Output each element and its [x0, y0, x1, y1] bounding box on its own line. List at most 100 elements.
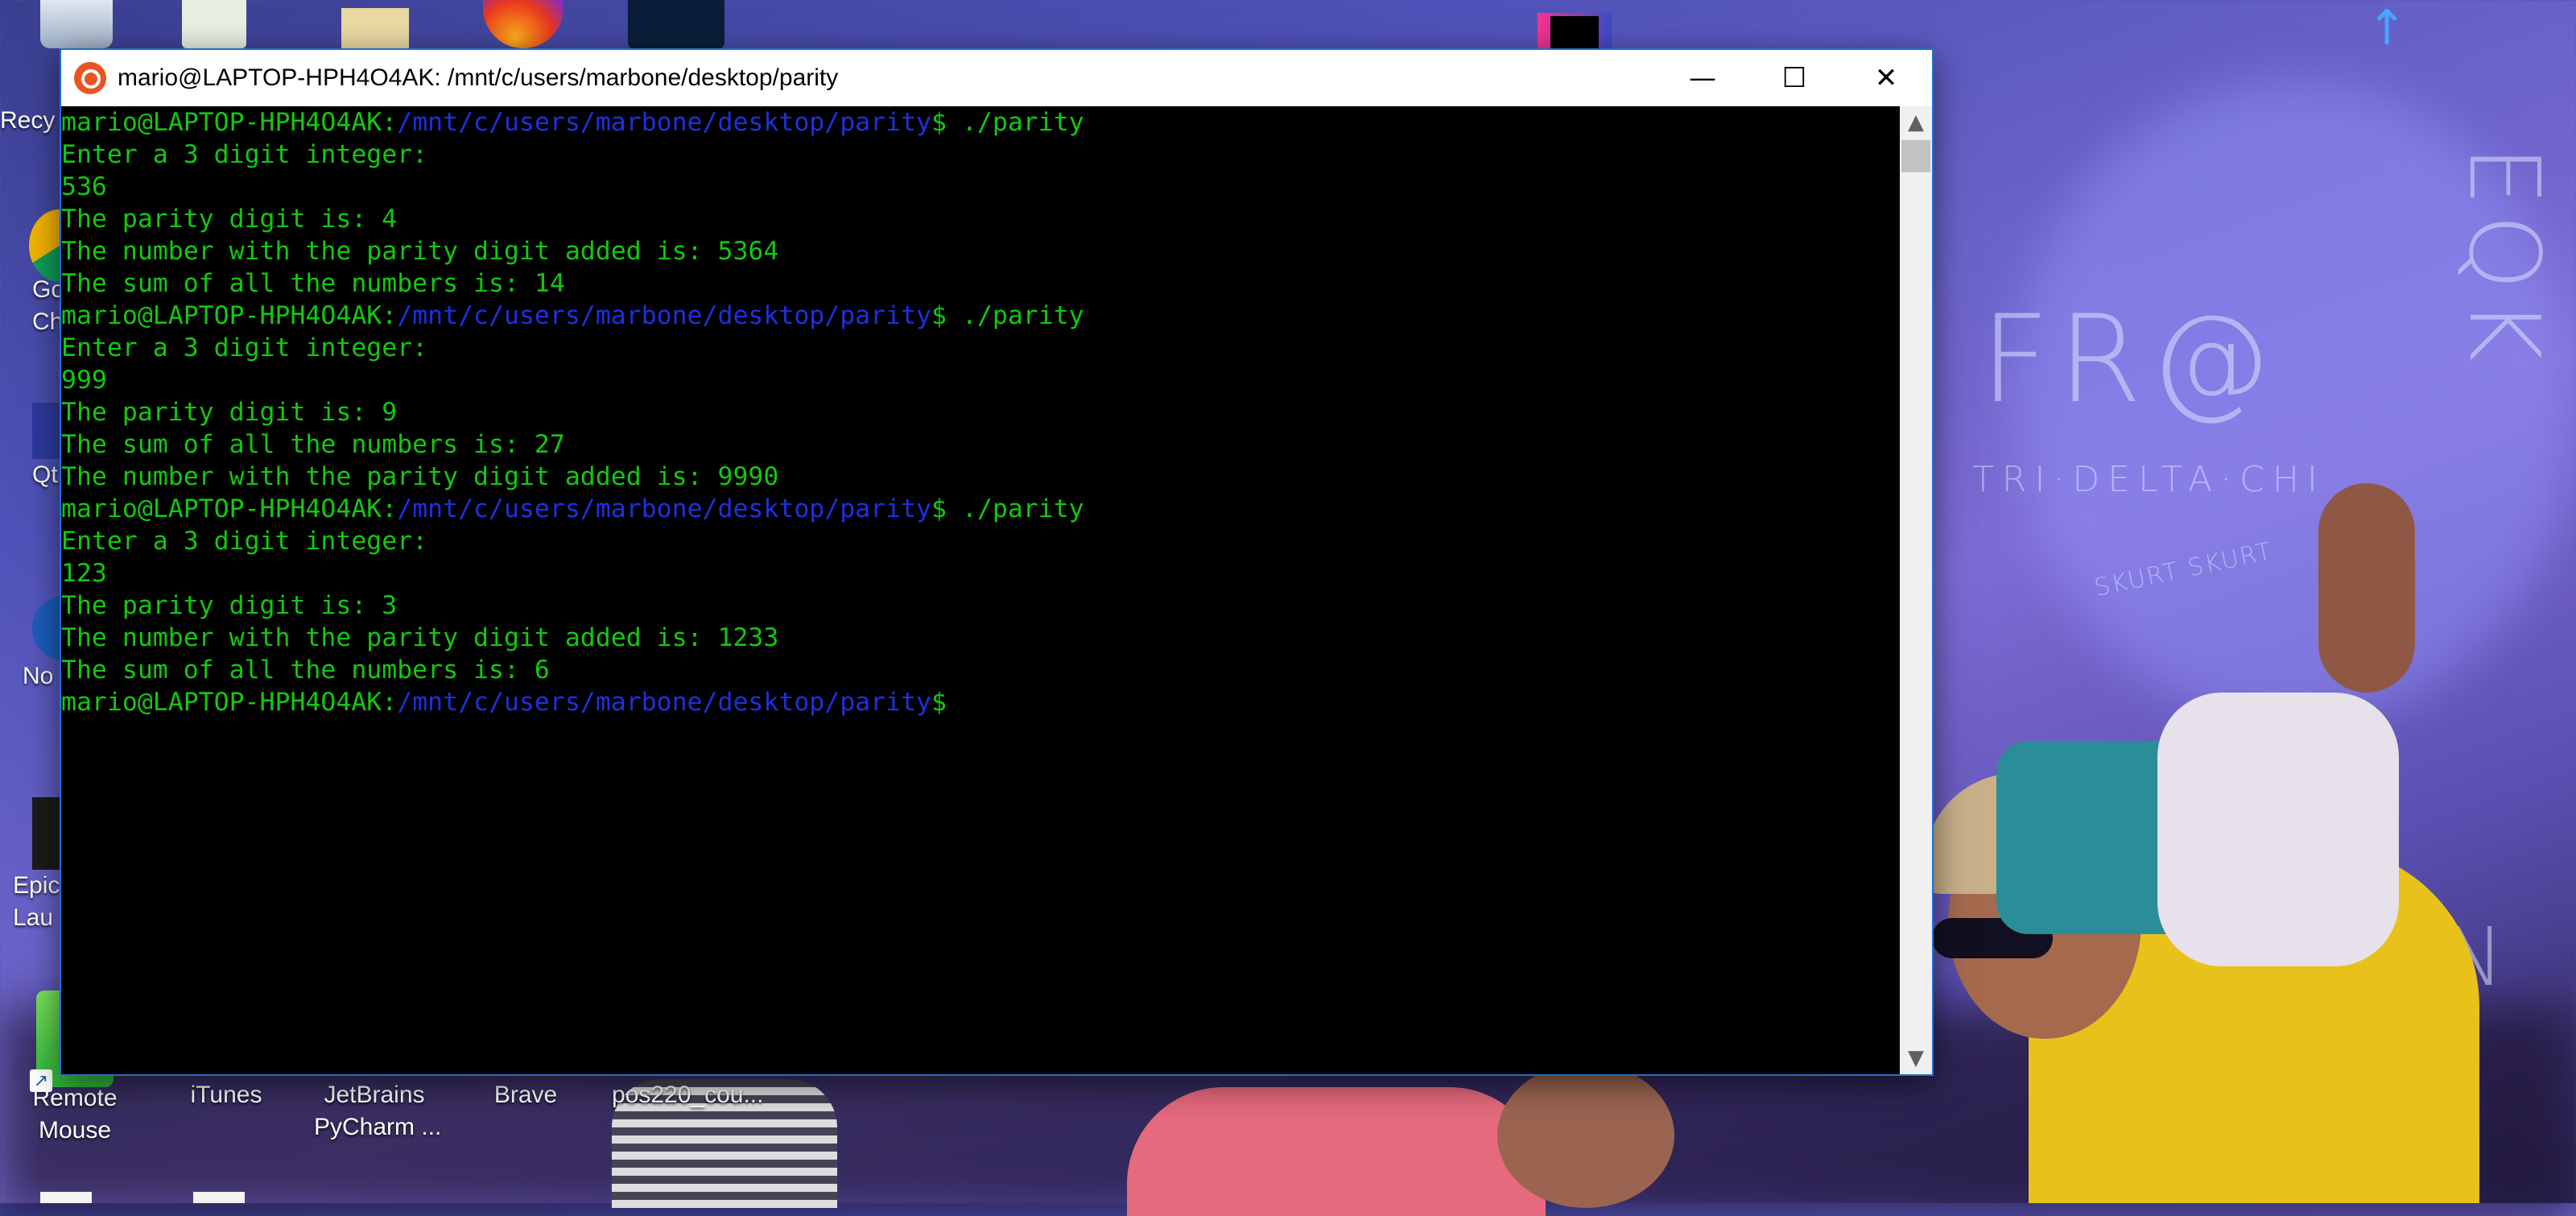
prompt-colon: :: [382, 108, 398, 137]
terminal-output-line: 536: [61, 171, 1900, 203]
desktop-icon-label: pos220_cou...: [612, 1082, 764, 1108]
prompt-colon: :: [382, 688, 398, 717]
output-text: Enter a 3 digit integer:: [61, 140, 428, 169]
terminal-prompt-line: mario@LAPTOP-HPH4O4AK:/mnt/c/users/marbo…: [61, 300, 1900, 332]
output-text: The number with the parity digit added i…: [61, 462, 779, 491]
output-text: Enter a 3 digit integer:: [61, 527, 428, 556]
prompt-command: $ ./parity: [931, 108, 1084, 137]
desktop-icon-label: Brave: [493, 1082, 558, 1108]
output-text: The parity digit is: 9: [61, 398, 398, 427]
terminal-output-line: 999: [61, 364, 1900, 396]
recycle-bin-icon[interactable]: [40, 0, 113, 48]
prompt-path: /mnt/c/users/marbone/desktop/parity: [397, 688, 931, 717]
desktop-icon-label: Epic Lau: [13, 872, 60, 931]
output-text: 123: [61, 559, 107, 588]
window-title: mario@LAPTOP-HPH4O4AK: /mnt/c/users/marb…: [118, 64, 839, 91]
shortcut-arrow-icon: ↗: [30, 1069, 52, 1092]
cursor-arrow-icon: ↑: [2367, 0, 2408, 56]
terminal-output-line: The parity digit is: 9: [61, 396, 1900, 428]
minimize-button[interactable]: —: [1657, 50, 1748, 106]
output-text: The parity digit is: 3: [61, 591, 398, 620]
terminal-output-line: Enter a 3 digit integer:: [61, 139, 1900, 171]
prompt-command: $: [931, 688, 947, 717]
person-white-jacket: [2157, 693, 2399, 966]
desktop-icon-qt[interactable]: Qt: [0, 403, 64, 491]
prompt-user: mario@LAPTOP-HPH4O4AK: [61, 108, 382, 137]
output-text: The number with the parity digit added i…: [61, 623, 779, 652]
terminal-prompt-line: mario@LAPTOP-HPH4O4AK:/mnt/c/users/marbo…: [61, 686, 1900, 718]
scrollbar[interactable]: ▲ ▼: [1900, 106, 1932, 1074]
wallpaper-text-fr: FR@: [1980, 290, 2279, 430]
terminal-output-line: The parity digit is: 4: [61, 203, 1900, 235]
terminal-output-line: The number with the parity digit added i…: [61, 235, 1900, 267]
desktop-icon-label: Qt: [32, 461, 58, 488]
terminal-output-line: The number with the parity digit added i…: [61, 622, 1900, 654]
terminal-output-line: The parity digit is: 3: [61, 589, 1900, 622]
desktop-icon-label: JetBrains PyCharm ...: [314, 1082, 442, 1140]
terminal-output-line: The number with the parity digit added i…: [61, 461, 1900, 493]
intellij-inner-icon: [1550, 16, 1599, 50]
norton-icon: [32, 596, 64, 660]
scrollbar-thumb[interactable]: [1901, 140, 1930, 172]
close-button[interactable]: ✕: [1840, 50, 1932, 106]
qt-icon: [32, 403, 64, 459]
app-dark-icon[interactable]: [628, 0, 724, 50]
prompt-colon: :: [382, 301, 398, 330]
person-pink-shirt: [1127, 1087, 1546, 1216]
desktop-icon-epic-games[interactable]: Epic Lau: [0, 797, 64, 934]
scroll-down-arrow-icon[interactable]: ▼: [1900, 1042, 1932, 1074]
prompt-command: $ ./parity: [931, 494, 1084, 523]
prompt-user: mario@LAPTOP-HPH4O4AK: [61, 301, 382, 330]
output-text: The number with the parity digit added i…: [61, 237, 779, 266]
document-icon-bottom-2[interactable]: [193, 1192, 245, 1203]
output-text: The parity digit is: 4: [61, 205, 398, 234]
terminal-output-line: Enter a 3 digit integer:: [61, 525, 1900, 557]
scroll-up-arrow-icon[interactable]: ▲: [1900, 106, 1932, 139]
output-text: The sum of all the numbers is: 6: [61, 656, 550, 685]
output-text: 536: [61, 172, 107, 201]
prompt-user: mario@LAPTOP-HPH4O4AK: [61, 494, 382, 523]
person-hand: [2318, 483, 2415, 693]
epic-games-icon: [32, 797, 61, 870]
output-text: The sum of all the numbers is: 14: [61, 269, 565, 298]
desktop-icon-label: Go Ch: [32, 276, 65, 335]
title-bar[interactable]: mario@LAPTOP-HPH4O4AK: /mnt/c/users/marb…: [61, 50, 1932, 106]
prompt-path: /mnt/c/users/marbone/desktop/parity: [397, 494, 931, 523]
firefox-icon[interactable]: [483, 0, 564, 48]
terminal-output-line: 123: [61, 557, 1900, 589]
ubuntu-icon[interactable]: [74, 62, 106, 94]
desktop-icon-google-chrome[interactable]: Go Ch: [0, 209, 90, 338]
terminal-window[interactable]: mario@LAPTOP-HPH4O4AK: /mnt/c/users/marb…: [61, 50, 1932, 1074]
prompt-path: /mnt/c/users/marbone/desktop/parity: [397, 301, 931, 330]
output-text: Enter a 3 digit integer:: [61, 333, 428, 362]
maximize-icon: ☐: [1781, 62, 1807, 94]
terminal-output-line: The sum of all the numbers is: 14: [61, 267, 1900, 300]
wallpaper-text-side: EQK: [2447, 145, 2559, 370]
desktop-icon-label: No: [23, 663, 54, 689]
prompt-user: mario@LAPTOP-HPH4O4AK: [61, 688, 382, 717]
folder-icon[interactable]: [341, 8, 409, 48]
desktop-icon-label: Remote Mouse: [32, 1085, 118, 1144]
close-icon: ✕: [1874, 62, 1898, 94]
person-face-bottom: [1497, 1063, 1674, 1208]
prompt-command: $ ./parity: [931, 301, 1084, 330]
terminal-output-line: The sum of all the numbers is: 27: [61, 428, 1900, 461]
output-text: The sum of all the numbers is: 27: [61, 430, 565, 459]
maximize-button[interactable]: ☐: [1748, 50, 1840, 106]
desktop-icon-label: Recy: [0, 107, 56, 134]
minimize-icon: —: [1689, 62, 1716, 94]
notepad-icon[interactable]: [182, 0, 246, 48]
terminal-prompt-line: mario@LAPTOP-HPH4O4AK:/mnt/c/users/marbo…: [61, 106, 1900, 139]
terminal-output-line: Enter a 3 digit integer:: [61, 332, 1900, 364]
desktop-icon-norton[interactable]: No: [0, 596, 64, 693]
prompt-path: /mnt/c/users/marbone/desktop/parity: [397, 108, 931, 137]
terminal-prompt-line: mario@LAPTOP-HPH4O4AK:/mnt/c/users/marbo…: [61, 493, 1900, 525]
output-text: 999: [61, 366, 107, 395]
desktop-icon-label: iTunes: [190, 1082, 262, 1108]
terminal-output-line: The sum of all the numbers is: 6: [61, 654, 1900, 686]
wallpaper-text-tri-delta: TRI·DELTA·CHI: [1972, 459, 2326, 500]
desktop-icon-recycle[interactable]: Recy: [0, 105, 64, 137]
prompt-colon: :: [382, 494, 398, 523]
terminal-output[interactable]: mario@LAPTOP-HPH4O4AK:/mnt/c/users/marbo…: [61, 106, 1900, 1074]
document-icon-bottom-1[interactable]: [40, 1192, 92, 1203]
